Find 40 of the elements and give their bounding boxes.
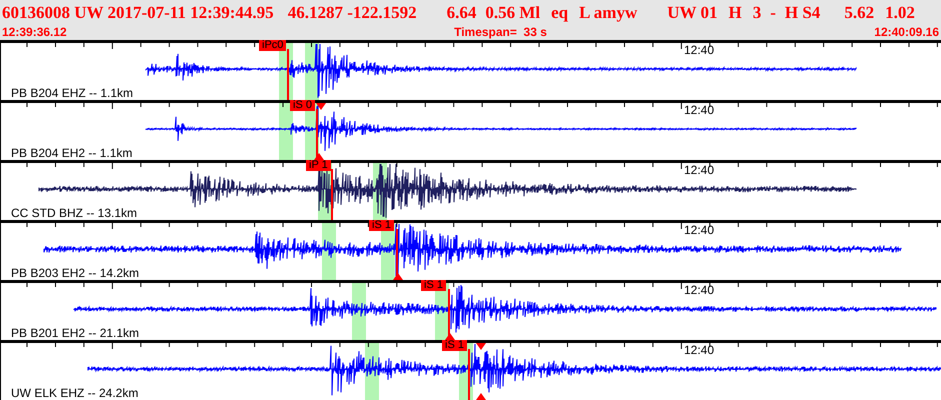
station-label: PB B201 EH2 -- 21.1km bbox=[11, 327, 140, 339]
event-field: 5.62 bbox=[844, 4, 874, 20]
pick-marker-icon bbox=[393, 273, 403, 280]
station-label: PB B204 EHZ -- 1.1km bbox=[11, 87, 134, 99]
pick-flag[interactable]: iPc0 bbox=[259, 40, 286, 51]
pick-marker-icon bbox=[316, 103, 326, 110]
pick-flag[interactable]: iS 1 bbox=[421, 280, 446, 291]
time-mark: 12:40 bbox=[684, 104, 714, 116]
pick-marker-icon bbox=[476, 343, 486, 350]
time-mark: 12:40 bbox=[684, 344, 714, 356]
time-mark: 12:40 bbox=[684, 284, 714, 296]
event-field: 1.02 bbox=[885, 4, 915, 20]
pick-window bbox=[279, 103, 293, 160]
event-field: 60136008 UW 2017-07-11 12:39:44.95 bbox=[2, 4, 274, 20]
event-field: 6.64 bbox=[446, 4, 476, 20]
time-mark: 12:40 bbox=[684, 164, 714, 176]
event-field: 3 bbox=[752, 4, 762, 20]
event-field: L amyw bbox=[579, 4, 638, 20]
event-field: H S4 bbox=[784, 4, 820, 20]
pick-line bbox=[287, 49, 289, 100]
station-label: CC STD BHZ -- 13.1km bbox=[11, 207, 138, 219]
pick-marker-icon bbox=[476, 393, 486, 400]
event-field: H bbox=[728, 4, 742, 20]
pick-line bbox=[316, 109, 318, 160]
timespan-label: Timespan= 33 s bbox=[454, 26, 547, 38]
event-field: 46.1287 -122.1592 bbox=[288, 4, 417, 20]
pick-line bbox=[468, 349, 470, 400]
start-time: 12:39:36.12 bbox=[2, 26, 67, 38]
event-field: 0.56 Ml bbox=[485, 4, 540, 20]
time-mark: 12:40 bbox=[684, 224, 714, 236]
station-label: PB B203 EH2 -- 14.2km bbox=[11, 267, 140, 279]
event-field: - bbox=[770, 4, 776, 20]
end-time: 12:40:09.16 bbox=[874, 26, 939, 38]
pick-line bbox=[331, 169, 333, 220]
event-field: eq bbox=[551, 4, 568, 20]
station-label: UW ELK EHZ -- 24.2km bbox=[11, 387, 138, 399]
pick-flag[interactable]: iS 1 bbox=[369, 220, 394, 231]
time-mark: 12:40 bbox=[684, 44, 714, 56]
station-label: PB B204 EH2 -- 1.1km bbox=[11, 147, 132, 159]
event-field: UW 01 bbox=[667, 4, 718, 20]
